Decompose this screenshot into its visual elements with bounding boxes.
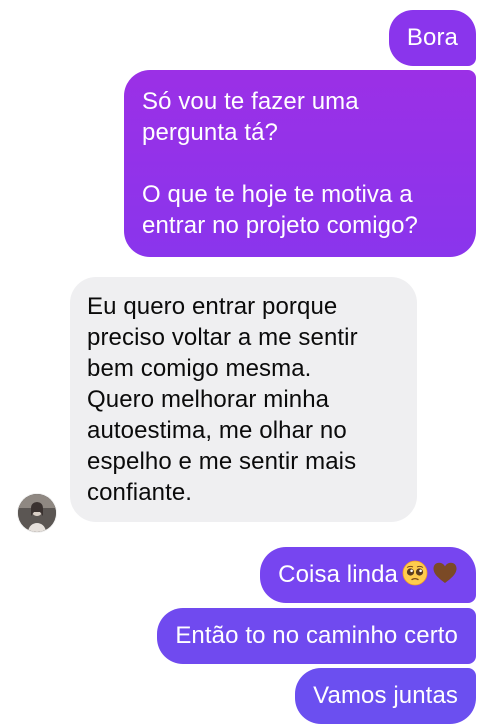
message-text: Vamos juntas xyxy=(313,682,458,709)
outgoing-message[interactable]: Coisa linda xyxy=(260,547,476,603)
message-text: Coisa linda xyxy=(278,561,398,588)
outgoing-message[interactable]: Vamos juntas xyxy=(295,668,476,724)
outgoing-message[interactable]: Então to no caminho certo xyxy=(157,608,476,664)
incoming-message[interactable]: Eu quero entrar porque preciso voltar a … xyxy=(70,277,417,522)
message-text: Eu quero entrar porque preciso voltar a … xyxy=(87,293,358,506)
pleading-face-icon xyxy=(402,560,428,586)
avatar-image xyxy=(18,494,56,532)
message-text: Então to no caminho certo xyxy=(175,622,458,649)
message-text: Só vou te fazer uma pergunta tá? O que t… xyxy=(142,88,418,239)
outgoing-message[interactable]: Bora xyxy=(388,10,476,66)
outgoing-message[interactable]: Só vou te fazer uma pergunta tá? O que t… xyxy=(124,70,476,257)
message-text: Bora xyxy=(406,24,458,51)
brown-heart-icon xyxy=(432,560,458,586)
contact-avatar[interactable] xyxy=(18,494,56,532)
